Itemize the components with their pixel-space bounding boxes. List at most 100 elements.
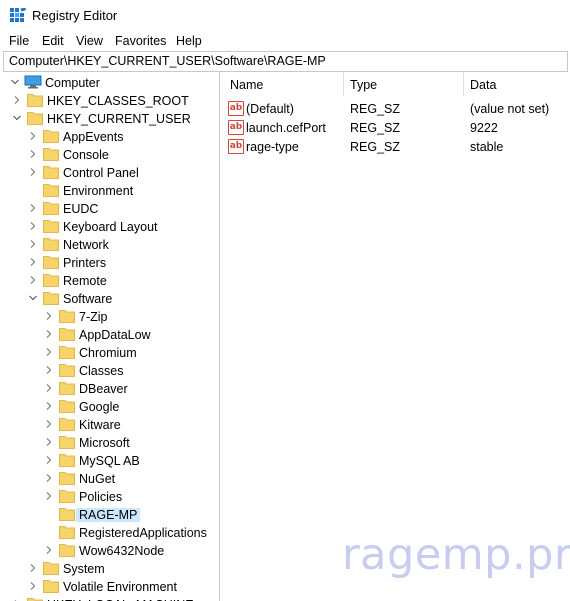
collapse-icon[interactable]: [29, 294, 37, 302]
list-header: Name Type Data: [222, 72, 570, 98]
expand-icon[interactable]: [29, 168, 37, 176]
tree-item[interactable]: Wow6432Node: [3, 542, 219, 560]
tree-item[interactable]: AppEvents: [3, 128, 219, 146]
tree-item[interactable]: EUDC: [3, 200, 219, 218]
tree-item[interactable]: Google: [3, 398, 219, 416]
tree-label: Control Panel: [63, 166, 139, 180]
tree-item[interactable]: Control Panel: [3, 164, 219, 182]
tree-label: Policies: [79, 490, 123, 504]
expand-icon[interactable]: [45, 312, 53, 320]
string-value-icon: ab: [228, 139, 244, 154]
expand-icon[interactable]: [29, 150, 37, 158]
menu-view[interactable]: View: [76, 34, 103, 48]
tree-item[interactable]: Volatile Environment: [3, 578, 219, 596]
column-type[interactable]: Type: [350, 78, 377, 92]
registry-editor-icon: [10, 8, 26, 22]
folder-icon: [43, 274, 59, 287]
expand-icon[interactable]: [29, 204, 37, 212]
tree-item[interactable]: Software: [3, 290, 219, 308]
tree-item[interactable]: AppDataLow: [3, 326, 219, 344]
expand-icon[interactable]: [45, 384, 53, 392]
tree-item[interactable]: RAGE-MP: [3, 506, 219, 524]
folder-icon: [59, 526, 75, 539]
expand-icon[interactable]: [45, 438, 53, 446]
folder-icon: [59, 418, 75, 431]
tree-item[interactable]: HKEY_CLASSES_ROOT: [3, 92, 219, 110]
tree-label: Kitware: [79, 418, 121, 432]
expand-icon[interactable]: [45, 366, 53, 374]
registry-tree[interactable]: Computer HKEY_CLASSES_ROOT HKEY_CURRENT_U…: [3, 72, 220, 601]
tree-label: MySQL AB: [79, 454, 140, 468]
expand-icon[interactable]: [45, 546, 53, 554]
expand-icon[interactable]: [13, 96, 21, 104]
tree-label: EUDC: [63, 202, 99, 216]
tree-item[interactable]: Network: [3, 236, 219, 254]
expand-icon[interactable]: [29, 564, 37, 572]
tree-item[interactable]: Chromium: [3, 344, 219, 362]
tree-item[interactable]: Classes: [3, 362, 219, 380]
tree-label: Chromium: [79, 346, 137, 360]
expand-icon[interactable]: [45, 420, 53, 428]
menu-bar: File Edit View Favorites Help: [0, 32, 570, 50]
collapse-icon[interactable]: [11, 78, 19, 86]
tree-item[interactable]: Environment: [3, 182, 219, 200]
value-row[interactable]: ab launch.cefPort REG_SZ 9222: [222, 118, 570, 137]
tree-item[interactable]: HKEY_CURRENT_USER: [3, 110, 219, 128]
expand-icon[interactable]: [29, 240, 37, 248]
folder-icon: [27, 112, 43, 125]
string-value-icon: ab: [228, 120, 244, 135]
address-bar[interactable]: Computer\HKEY_CURRENT_USER\Software\RAGE…: [3, 51, 568, 72]
menu-favorites[interactable]: Favorites: [115, 34, 166, 48]
expand-icon[interactable]: [29, 132, 37, 140]
value-row[interactable]: ab (Default) REG_SZ (value not set): [222, 99, 570, 118]
expand-icon[interactable]: [45, 456, 53, 464]
expand-icon[interactable]: [29, 258, 37, 266]
values-list[interactable]: Name Type Data ab (Default) REG_SZ (valu…: [222, 72, 570, 601]
tree-label: NuGet: [79, 472, 116, 486]
expand-icon[interactable]: [45, 402, 53, 410]
column-separator[interactable]: [463, 72, 464, 96]
menu-file[interactable]: File: [9, 34, 29, 48]
tree-label: Printers: [63, 256, 107, 270]
tree-item[interactable]: Microsoft: [3, 434, 219, 452]
tree-label: Remote: [63, 274, 107, 288]
menu-edit[interactable]: Edit: [42, 34, 64, 48]
column-name[interactable]: Name: [230, 78, 263, 92]
tree-item[interactable]: Printers: [3, 254, 219, 272]
tree-label: Google: [79, 400, 120, 414]
tree-item[interactable]: Console: [3, 146, 219, 164]
tree-item[interactable]: HKEY_LOCAL_MACHINE: [3, 596, 219, 601]
string-value-icon: ab: [228, 101, 244, 116]
column-data[interactable]: Data: [470, 78, 496, 92]
tree-label: DBeaver: [79, 382, 128, 396]
collapse-icon[interactable]: [13, 114, 21, 122]
address-path[interactable]: Computer\HKEY_CURRENT_USER\Software\RAGE…: [9, 54, 326, 68]
folder-icon: [59, 454, 75, 467]
tree-item[interactable]: System: [3, 560, 219, 578]
folder-icon: [43, 220, 59, 233]
folder-icon: [43, 148, 59, 161]
column-separator[interactable]: [343, 72, 344, 96]
tree-item[interactable]: DBeaver: [3, 380, 219, 398]
expand-icon[interactable]: [45, 474, 53, 482]
tree-item[interactable]: RegisteredApplications: [3, 524, 219, 542]
tree-item[interactable]: Keyboard Layout: [3, 218, 219, 236]
expand-icon[interactable]: [45, 492, 53, 500]
expand-icon[interactable]: [29, 222, 37, 230]
expand-icon[interactable]: [45, 330, 53, 338]
tree-item[interactable]: Policies: [3, 488, 219, 506]
tree-item[interactable]: Remote: [3, 272, 219, 290]
tree-label: Classes: [79, 364, 124, 378]
tree-item[interactable]: Kitware: [3, 416, 219, 434]
expand-icon[interactable]: [29, 582, 37, 590]
tree-item[interactable]: NuGet: [3, 470, 219, 488]
expand-icon[interactable]: [45, 348, 53, 356]
tree-item-computer[interactable]: Computer: [3, 74, 219, 92]
tree-item[interactable]: MySQL AB: [3, 452, 219, 470]
value-data: (value not set): [470, 102, 550, 116]
menu-help[interactable]: Help: [176, 34, 202, 48]
watermark: ragemp.pro: [342, 530, 570, 580]
expand-icon[interactable]: [29, 276, 37, 284]
tree-item[interactable]: 7-Zip: [3, 308, 219, 326]
value-row[interactable]: ab rage-type REG_SZ stable: [222, 137, 570, 156]
